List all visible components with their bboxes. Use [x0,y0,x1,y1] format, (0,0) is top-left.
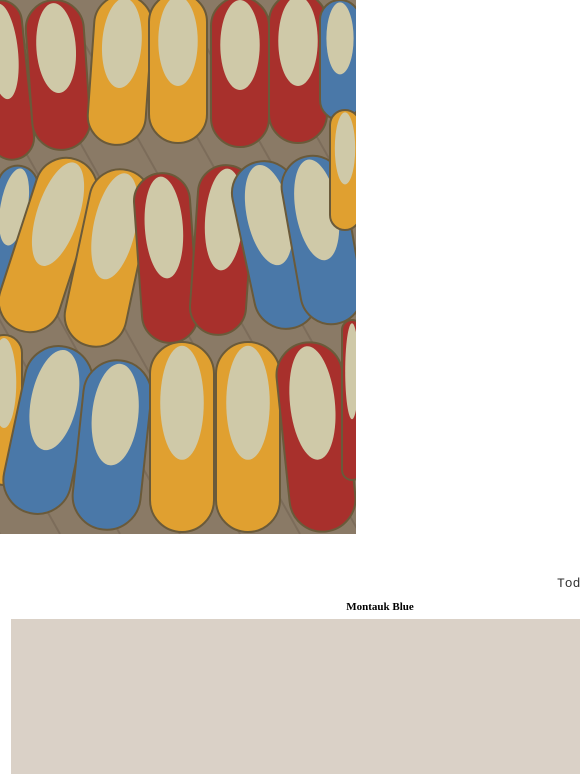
shoe-red [24,0,92,151]
shoe-red [268,0,328,144]
shoe-blue [319,0,356,121]
product-title[interactable]: Montauk Blue [300,601,460,613]
shoe-red [133,172,199,344]
shoe-red [341,319,356,481]
color-swatch-panel [11,619,580,774]
shoe-mustard [329,109,356,231]
shoe-mustard [149,341,215,533]
shoe-mustard [86,0,154,146]
today-label: Toda [557,576,580,591]
shoe-photo [0,0,356,534]
shoe-mustard [215,341,281,533]
shoe-mustard [148,0,208,144]
shoe-red [210,0,270,148]
product-hero-image[interactable] [0,0,356,534]
